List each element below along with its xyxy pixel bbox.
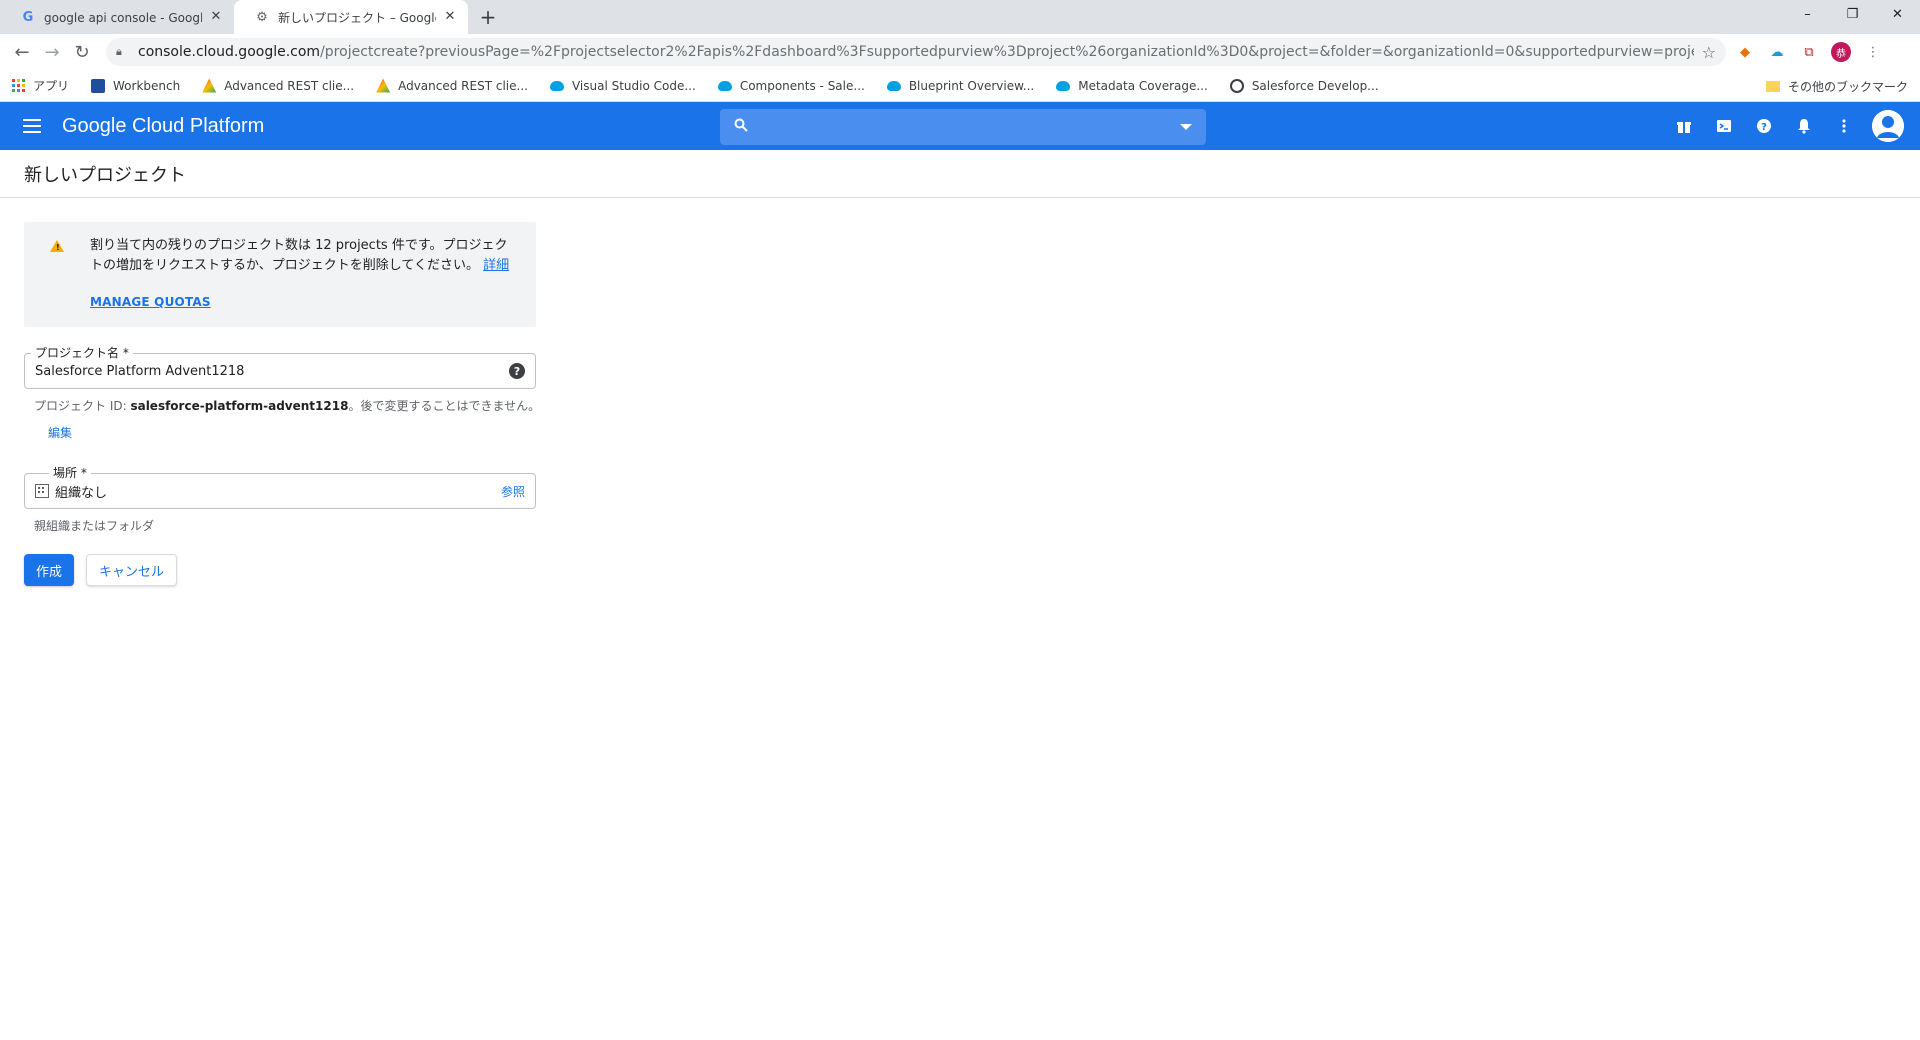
edit-project-id-link[interactable]: 編集 [48, 424, 72, 441]
profile-avatar[interactable]: 恭 [1828, 39, 1854, 65]
close-tab-icon[interactable]: ✕ [208, 9, 224, 25]
hamburger-menu-icon[interactable] [8, 102, 56, 150]
browser-tab-google-search[interactable]: G google api console - Google 検索 ✕ [0, 0, 234, 34]
reload-icon[interactable]: ↻ [68, 38, 96, 66]
gcp-logo-title[interactable]: Google Cloud Platform [62, 115, 264, 138]
create-button[interactable]: 作成 [24, 554, 75, 586]
bookmark-item[interactable]: Advanced REST clie... [202, 78, 354, 93]
cloud-settings-icon: ⚙ [256, 9, 268, 25]
gcp-header-actions: ? [1664, 102, 1904, 150]
bookmark-item[interactable]: Salesforce Develop... [1229, 78, 1379, 93]
back-arrow-icon[interactable]: ← [8, 38, 36, 66]
bookmark-apps[interactable]: アプリ [12, 77, 69, 94]
quota-notice: ! 割り当て内の残りのプロジェクト数は 12 projects 件です。プロジェ… [24, 222, 536, 327]
salesforce-cloud-icon [1056, 80, 1071, 91]
lock-icon: 🔒︎ [116, 45, 122, 58]
project-name-field[interactable]: プロジェクト名 * Salesforce Platform Advent1218… [24, 345, 536, 389]
extension-salesforce-icon[interactable]: ◆ [1732, 39, 1758, 65]
close-window-button[interactable]: ✕ [1875, 0, 1920, 30]
bookmark-item[interactable]: Visual Studio Code... [549, 79, 696, 93]
apps-grid-icon [12, 79, 25, 92]
project-id-value: salesforce-platform-advent1218 [130, 399, 349, 413]
new-tab-button[interactable]: + [474, 3, 502, 31]
location-value: 組織なし [55, 485, 108, 501]
details-link[interactable]: 詳細 [483, 258, 509, 273]
extension-cloud-icon[interactable]: ☁ [1764, 39, 1790, 65]
organization-icon [35, 484, 49, 498]
tab-title: google api console - Google 検索 [44, 10, 202, 25]
browser-toolbar: ← → ↻ 🔒︎ console.cloud.google.com /proje… [0, 34, 1920, 70]
location-field[interactable]: 場所 * 組織なし 参照 [24, 465, 536, 509]
google-g-icon: G [22, 9, 34, 25]
chrome-menu-icon[interactable]: ⋮ [1860, 39, 1886, 65]
gcp-header: Google Cloud Platform ? [0, 102, 1920, 150]
gift-icon[interactable] [1664, 106, 1704, 146]
browser-tab-new-project[interactable]: ⚙ 新しいプロジェクト – Google Cloud Platform ✕ [234, 0, 468, 34]
page-title: 新しいプロジェクト [24, 164, 186, 186]
gcp-search-bar[interactable] [720, 109, 1206, 145]
bookmark-item[interactable]: Workbench [91, 78, 180, 93]
tab-title: 新しいプロジェクト – Google Cloud Platform [278, 10, 436, 25]
forward-arrow-icon[interactable]: → [38, 38, 66, 66]
location-label: 場所 * [49, 465, 91, 481]
search-icon [734, 118, 748, 136]
cancel-button[interactable]: キャンセル [86, 554, 178, 586]
location-hint: 親組織またはフォルダ [34, 519, 155, 533]
quota-notice-text: 割り当て内の残りのプロジェクト数は 12 projects 件です。プロジェクト… [90, 238, 508, 273]
cloud-shell-icon[interactable] [1704, 106, 1744, 146]
form-actions: 作成 キャンセル [24, 554, 560, 586]
workbench-cube-icon [91, 78, 106, 93]
bookmark-item[interactable]: Blueprint Overview... [886, 79, 1034, 93]
bookmarks-bar: アプリ Workbench Advanced REST clie... Adva… [0, 70, 1920, 102]
help-circle-icon[interactable]: ? [509, 363, 525, 379]
restore-button[interactable]: ❐ [1830, 0, 1875, 30]
folder-icon [1765, 80, 1780, 92]
project-id-hint: プロジェクト ID: salesforce-platform-advent121… [34, 399, 541, 413]
globe-icon [1229, 78, 1244, 93]
project-name-label: プロジェクト名 * [31, 345, 133, 361]
page-title-bar: 新しいプロジェクト [0, 150, 1920, 198]
url-host: console.cloud.google.com [138, 44, 321, 60]
browser-tab-strip: G google api console - Google 検索 ✕ ⚙ 新しい… [0, 0, 1920, 34]
rest-client-icon [376, 78, 391, 93]
account-avatar[interactable] [1872, 110, 1904, 142]
salesforce-cloud-icon [886, 80, 901, 91]
url-path: /projectcreate?previousPage=%2Fprojectse… [320, 44, 1694, 60]
close-tab-icon[interactable]: ✕ [442, 9, 458, 25]
browse-location-button[interactable]: 参照 [501, 483, 525, 500]
window-controls: – ❐ ✕ [1785, 0, 1920, 30]
new-project-form: ! 割り当て内の残りのプロジェクト数は 12 projects 件です。プロジェ… [0, 198, 560, 586]
bookmark-star-icon[interactable]: ☆ [1702, 43, 1716, 62]
bookmark-item[interactable]: Components - Sale... [717, 79, 865, 93]
svg-text:?: ? [1761, 122, 1767, 133]
search-dropdown-caret-icon[interactable] [1180, 124, 1192, 130]
rest-client-icon [202, 78, 217, 93]
bookmark-item[interactable]: Advanced REST clie... [376, 78, 528, 93]
other-bookmarks[interactable]: その他のブックマーク [1765, 70, 1908, 102]
help-icon[interactable]: ? [1744, 106, 1784, 146]
project-name-input[interactable]: Salesforce Platform Advent1218 [35, 364, 509, 379]
address-bar[interactable]: 🔒︎ console.cloud.google.com /projectcrea… [106, 38, 1726, 66]
manage-quotas-link[interactable]: MANAGE QUOTAS [90, 292, 211, 312]
extension-pdf-icon[interactable]: ⧉ [1796, 39, 1822, 65]
bookmark-item[interactable]: Metadata Coverage... [1056, 79, 1208, 93]
notifications-bell-icon[interactable] [1784, 106, 1824, 146]
salesforce-cloud-icon [549, 80, 564, 91]
quota-notice-body: 割り当て内の残りのプロジェクト数は 12 projects 件です。プロジェクト… [90, 236, 516, 276]
salesforce-cloud-icon [717, 80, 732, 91]
minimize-button[interactable]: – [1785, 0, 1830, 30]
more-vert-icon[interactable] [1824, 106, 1864, 146]
